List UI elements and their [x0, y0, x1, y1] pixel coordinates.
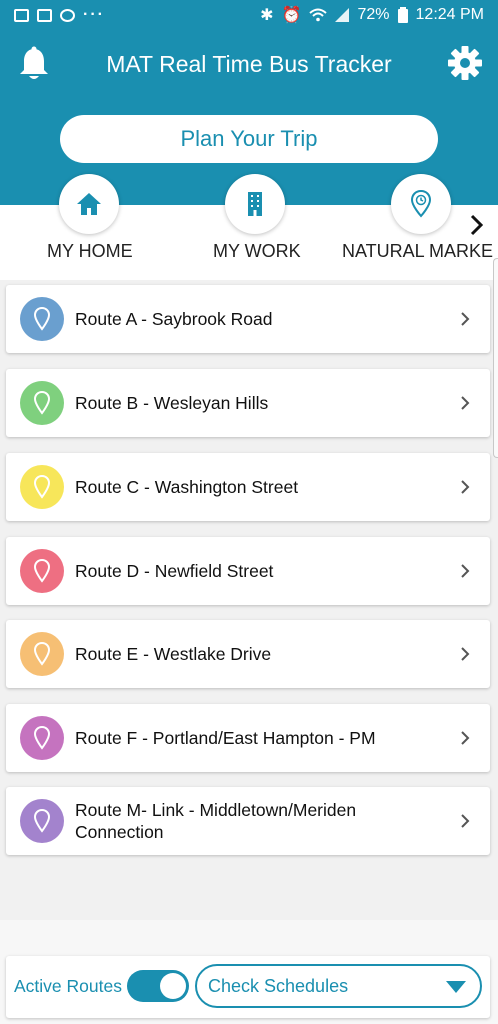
check-schedules-select[interactable]: Check Schedules: [195, 964, 482, 1008]
plan-trip-button[interactable]: Plan Your Trip: [60, 115, 438, 163]
app-title: MAT Real Time Bus Tracker: [106, 50, 392, 77]
map-pin-icon: [34, 391, 50, 415]
route-m-pin: [20, 799, 64, 843]
quick-link-home-label: MY HOME: [47, 241, 133, 261]
route-item-c[interactable]: Route C - Washington Street: [6, 453, 490, 521]
route-item-m[interactable]: Route M- Link - Middletown/Meriden Conne…: [6, 787, 490, 855]
bluetooth-icon: ✱: [260, 7, 274, 24]
route-a-label: Route A - Saybrook Road: [75, 309, 273, 329]
quick-link-market-label: NATURAL MARKET: [342, 241, 493, 261]
status-right: ✱ ⏰ 72% 12:24 PM: [260, 5, 484, 25]
quick-link-work-label: MY WORK: [213, 241, 301, 261]
home-icon: [77, 193, 101, 215]
route-item-a[interactable]: Route A - Saybrook Road: [6, 285, 490, 353]
app-header: MAT Real Time Bus Tracker: [0, 30, 498, 98]
route-f-pin: [20, 716, 64, 760]
route-c-label: Route C - Washington Street: [75, 477, 299, 497]
chevron-right-icon: [461, 564, 470, 578]
map-pin-icon: [34, 809, 50, 833]
active-routes-label: Active Routes: [14, 976, 122, 996]
caret-down-icon: [446, 981, 466, 993]
battery-percent: 72%: [357, 6, 390, 23]
route-item-e[interactable]: Route E - Westlake Drive: [6, 620, 490, 688]
bottom-controls: Active Routes Check Schedules: [6, 956, 490, 1018]
battery-icon: [397, 7, 408, 23]
bell-icon[interactable]: [18, 46, 50, 82]
route-c-pin: [20, 465, 64, 509]
gear-icon[interactable]: [448, 46, 482, 80]
quick-link-market-label-clip: NATURAL MARKET: [342, 238, 493, 266]
status-bar: ··· ✱ ⏰ 72% 12:24 PM: [0, 0, 498, 30]
route-a-pin: [20, 297, 64, 341]
skype-icon: [60, 8, 75, 22]
map-pin-icon: [34, 726, 50, 750]
signal-icon: [335, 8, 350, 22]
active-routes-toggle[interactable]: [127, 970, 189, 1002]
route-m-label: Route M- Link - Middletown/Meriden Conne…: [75, 800, 357, 842]
building-icon: [248, 192, 262, 216]
chevron-right-icon: [461, 480, 470, 494]
quick-link-home[interactable]: [59, 174, 119, 234]
location-clock-icon: [411, 190, 431, 218]
wifi-icon: [309, 8, 328, 22]
gallery-icon: [14, 8, 29, 22]
route-item-b[interactable]: Route B - Wesleyan Hills: [6, 369, 490, 437]
route-e-label: Route E - Westlake Drive: [75, 644, 272, 664]
more-icon: ···: [83, 6, 105, 23]
map-pin-icon: [34, 642, 50, 666]
route-item-f[interactable]: Route F - Portland/East Hampton - PM: [6, 704, 490, 772]
chevron-right-icon: [461, 312, 470, 326]
chevron-right-icon: [461, 396, 470, 410]
check-schedules-value: Check Schedules: [208, 975, 349, 996]
map-pin-icon: [34, 559, 50, 583]
toggle-knob: [160, 973, 186, 999]
chevron-right-icon: [461, 814, 470, 828]
side-scroll-tab[interactable]: [493, 258, 498, 458]
route-b-pin: [20, 381, 64, 425]
chevron-right-icon: [461, 647, 470, 661]
route-d-label: Route D - Newfield Street: [75, 561, 274, 581]
route-f-label: Route F - Portland/East Hampton - PM: [75, 728, 376, 748]
quick-link-natural-market[interactable]: [391, 174, 451, 234]
status-left-icons: ···: [14, 6, 105, 24]
quick-link-work[interactable]: [225, 174, 285, 234]
route-b-label: Route B - Wesleyan Hills: [75, 393, 269, 413]
route-item-d[interactable]: Route D - Newfield Street: [6, 537, 490, 605]
route-e-pin: [20, 632, 64, 676]
mail-icon: [37, 8, 52, 22]
route-d-pin: [20, 549, 64, 593]
map-pin-icon: [34, 307, 50, 331]
chevron-right-icon[interactable]: [466, 210, 488, 240]
plan-trip-label: Plan Your Trip: [180, 126, 318, 151]
alarm-icon: ⏰: [281, 7, 302, 24]
chevron-right-icon: [461, 731, 470, 745]
map-pin-icon: [34, 475, 50, 499]
clock: 12:24 PM: [415, 6, 484, 23]
